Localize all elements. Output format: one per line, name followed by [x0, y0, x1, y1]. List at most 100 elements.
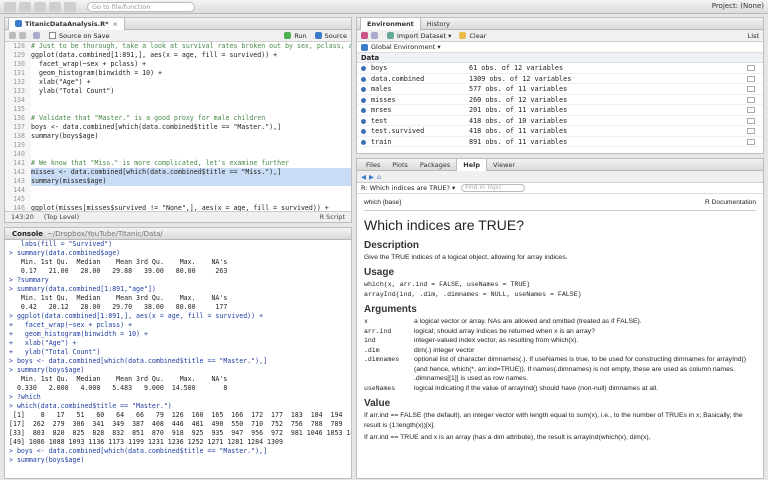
view-data-icon[interactable]: [747, 138, 755, 145]
forward-arrow-icon[interactable]: [19, 32, 26, 39]
tab-help[interactable]: Help: [456, 159, 487, 171]
expand-icon[interactable]: [361, 66, 366, 71]
code-line[interactable]: 132 xlab("Age") +: [5, 78, 351, 87]
run-button[interactable]: Run: [284, 31, 307, 40]
goto-file-input[interactable]: Go to file/function: [87, 1, 195, 12]
print-button[interactable]: [64, 1, 76, 12]
scope-selector[interactable]: (Top Level): [44, 212, 79, 222]
env-scope-dropdown[interactable]: Global Environment: [371, 43, 435, 51]
tab-viewer[interactable]: Viewer: [487, 159, 521, 171]
console-line: [33] 803 820 825 828 832 851 870 918 925…: [9, 429, 352, 437]
working-directory: ~/Dropbox/YouTube/Titanic/Data/: [47, 229, 163, 238]
code-line[interactable]: 135: [5, 105, 351, 114]
code-line[interactable]: 129 ggplot(data.combined[1:891,], aes(x =…: [5, 51, 351, 60]
console-output[interactable]: labs(fill = "Survived") > summary(data.co…: [5, 240, 351, 465]
expand-icon[interactable]: [361, 97, 366, 103]
expand-icon[interactable]: [361, 76, 366, 82]
help-topic-dropdown[interactable]: R: Which indices are TRUE?: [361, 184, 450, 192]
save-workspace-icon[interactable]: [371, 32, 378, 39]
tab-titanic-script[interactable]: TitanicDataAnalysis.R* ×: [8, 18, 125, 30]
clear-button[interactable]: Clear: [459, 32, 486, 40]
env-toolbar: Import Dataset ▾ Clear List: [357, 30, 763, 42]
code-line[interactable]: 139: [5, 141, 351, 150]
broom-icon: [459, 32, 467, 39]
env-object-row[interactable]: test 418 obs. of 10 variables: [357, 116, 763, 126]
env-object-value: 418 obs. of 11 variables: [469, 127, 568, 135]
code-line[interactable]: 128 # Just to be thorough, take a look at…: [5, 42, 351, 51]
new-file-button[interactable]: [4, 1, 16, 12]
tab-environment[interactable]: Environment: [360, 18, 421, 30]
env-object-row[interactable]: data.combined 1309 obs. of 12 variables: [357, 74, 763, 84]
code-text: geom_histogram(binwidth = 10) +: [31, 69, 163, 77]
help-toolbar: ◀ ▶ ⌂: [357, 171, 763, 183]
editor-statusbar: 143:20 (Top Level) R Script: [5, 211, 351, 222]
save-button[interactable]: [34, 1, 46, 12]
console-title[interactable]: Console: [8, 230, 47, 238]
code-line[interactable]: 131 geom_histogram(binwidth = 10) +: [5, 69, 351, 78]
close-icon[interactable]: ×: [113, 18, 118, 30]
expand-icon[interactable]: [361, 129, 366, 134]
expand-icon[interactable]: [361, 108, 366, 113]
view-data-icon[interactable]: [747, 75, 755, 82]
env-object-value: 891 obs. of 11 variables: [469, 137, 568, 146]
tab-files[interactable]: Files: [360, 159, 386, 171]
load-workspace-icon[interactable]: [361, 32, 368, 39]
view-data-icon[interactable]: [747, 128, 755, 134]
back-arrow-icon[interactable]: ◀: [361, 173, 366, 181]
view-mode-dropdown[interactable]: List: [748, 32, 759, 40]
code-line[interactable]: 145: [5, 195, 351, 204]
env-object-row[interactable]: mrses 201 obs. of 11 variables: [357, 105, 763, 116]
run-label: Run: [294, 31, 307, 40]
tab-packages[interactable]: Packages: [414, 159, 456, 171]
view-data-icon[interactable]: [747, 65, 755, 71]
code-line[interactable]: 144: [5, 186, 351, 195]
value-heading: Value: [364, 398, 391, 409]
code-area[interactable]: 128 # Just to be thorough, take a look at…: [5, 42, 351, 222]
find-in-topic-input[interactable]: Find in Topic: [461, 184, 526, 192]
tab-history[interactable]: History: [421, 18, 456, 30]
view-data-icon[interactable]: [747, 107, 755, 113]
env-object-row[interactable]: train 891 obs. of 11 variables: [357, 137, 763, 147]
expand-icon[interactable]: [361, 139, 366, 145]
code-line[interactable]: 141 # We know that "Miss." is more compli…: [5, 159, 351, 168]
console-line: > summary(data.combined$age): [9, 249, 121, 257]
source-button[interactable]: Source: [314, 32, 347, 40]
code-line[interactable]: 137 boys <- data.combined[which(data.comb…: [5, 123, 351, 132]
code-line[interactable]: 138 summary(boys$age): [5, 132, 351, 141]
expand-icon[interactable]: [361, 87, 366, 92]
code-line[interactable]: 140: [5, 150, 351, 159]
view-data-icon[interactable]: [747, 86, 755, 92]
console-line: > which(data.combined$title == "Master."…: [9, 402, 172, 410]
open-file-button[interactable]: [19, 1, 31, 12]
console-line: > ?summary: [9, 276, 49, 284]
tab-plots[interactable]: Plots: [386, 159, 414, 171]
code-line[interactable]: 133 ylab("Total Count"): [5, 87, 351, 96]
code-line[interactable]: 142 misses <- data.combined[which(data.co…: [5, 168, 351, 177]
env-object-row[interactable]: boys 61 obs. of 12 variables: [357, 63, 763, 74]
view-data-icon[interactable]: [747, 96, 755, 103]
source-on-save-checkbox[interactable]: [49, 32, 56, 39]
env-object-row[interactable]: test.survived 418 obs. of 11 variables: [357, 126, 763, 137]
code-line[interactable]: 143 summary(misses$age): [5, 177, 351, 186]
view-data-icon[interactable]: [747, 117, 755, 124]
home-icon[interactable]: ⌂: [377, 173, 381, 181]
back-arrow-icon[interactable]: [9, 32, 16, 39]
save-icon[interactable]: [33, 32, 40, 39]
code-line[interactable]: 134: [5, 96, 351, 105]
env-object-name: boys: [371, 64, 388, 72]
env-object-row[interactable]: males 577 obs. of 11 variables: [357, 84, 763, 95]
save-all-button[interactable]: [49, 1, 61, 12]
forward-arrow-icon[interactable]: ▶: [369, 173, 374, 181]
code-line[interactable]: 136 # Validate that "Master." is a good p…: [5, 114, 351, 123]
file-type-selector[interactable]: R Script: [320, 212, 345, 222]
env-object-row[interactable]: misses 260 obs. of 12 variables: [357, 95, 763, 105]
line-number: 131: [5, 69, 31, 78]
code-line[interactable]: 130 facet_wrap(~sex + pclass) +: [5, 60, 351, 69]
project-menu[interactable]: Project: (None): [712, 2, 764, 10]
env-object-value: 201 obs. of 11 variables: [469, 106, 568, 114]
import-dataset-button[interactable]: Import Dataset ▾: [387, 32, 451, 40]
expand-icon[interactable]: [361, 118, 366, 124]
env-tabs: Environment History: [357, 18, 763, 30]
env-object-name: test.survived: [371, 127, 425, 135]
argument-row: useNames logical indicating if the value …: [364, 384, 756, 394]
